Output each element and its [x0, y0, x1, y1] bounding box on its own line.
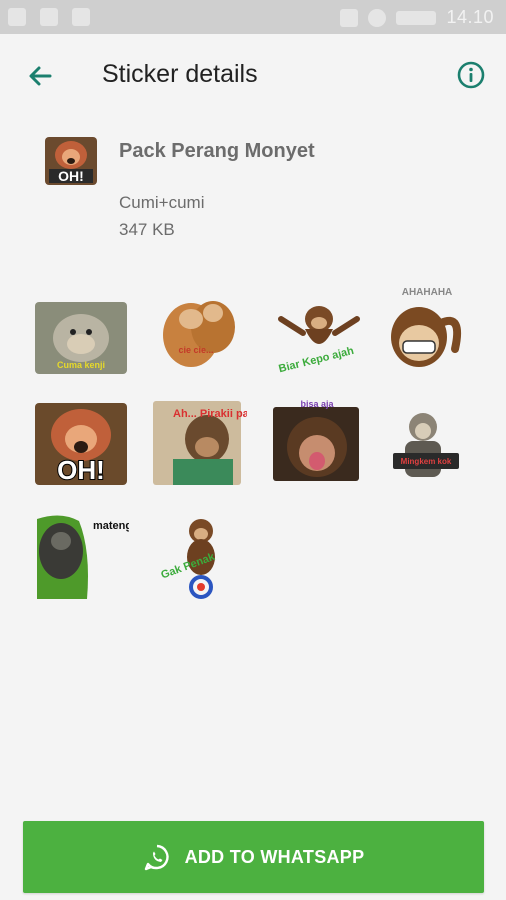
status-time: 14.10 [446, 7, 494, 27]
usb-icon [72, 8, 90, 26]
svg-text:mateng kon..: mateng kon.. [93, 520, 129, 532]
sticker-5[interactable]: OH! [33, 401, 131, 493]
add-button-label: ADD TO WHATSAPP [184, 846, 365, 867]
pack-name: Pack Perang Monyet [119, 140, 315, 162]
svg-text:Biar Kepo ajah: Biar Kepo ajah [277, 345, 355, 375]
svg-text:Cuma kenji: Cuma kenji [57, 360, 105, 370]
sticker-10[interactable]: Gak Penak [149, 511, 247, 603]
info-icon [457, 61, 485, 89]
arrow-left-icon [29, 66, 52, 86]
status-bar: 14.10 [0, 0, 506, 34]
svg-text:Mingkem kok: Mingkem kok [401, 457, 452, 466]
signal-icon [8, 8, 26, 26]
info-button[interactable] [456, 60, 486, 90]
pack-thumbnail: OH! [45, 137, 97, 185]
svg-text:AHAHAHA: AHAHAHA [402, 287, 453, 298]
sticker-3[interactable]: Biar Kepo ajah [267, 289, 365, 381]
svg-text:cie cie...: cie cie... [178, 345, 213, 355]
svg-text:Ah... Pirakii pan..: Ah... Pirakii pan.. [173, 408, 247, 420]
sticker-9[interactable]: mateng kon.. [31, 511, 129, 603]
page-title: Sticker details [102, 60, 258, 88]
sticker-2[interactable]: cie cie... [151, 283, 249, 375]
back-button[interactable] [24, 60, 56, 92]
battery-icon [396, 10, 437, 25]
add-to-whatsapp-button[interactable]: ADD TO WHATSAPP [23, 821, 484, 893]
svg-text:bisa aja: bisa aja [300, 399, 334, 409]
image-icon [40, 8, 58, 26]
sticker-6[interactable]: Ah... Pirakii pan.. [149, 397, 247, 489]
svg-text:OH!: OH! [57, 455, 105, 485]
whatsapp-icon [144, 844, 169, 871]
sticker-4[interactable]: AHAHAHA [383, 283, 481, 375]
sticker-1[interactable]: Cuma kenji [33, 294, 131, 386]
sticker-7[interactable]: bisa aja [267, 397, 365, 489]
pack-author: Cumi+cumi [119, 193, 205, 212]
pack-thumb-text: OH! [58, 168, 84, 184]
toolbar: Sticker details [0, 34, 506, 114]
pack-size: 347 KB [119, 220, 175, 239]
alarm-icon [368, 8, 387, 27]
vibrate-icon [340, 8, 359, 27]
sticker-8[interactable]: Mingkem kok [383, 397, 481, 489]
